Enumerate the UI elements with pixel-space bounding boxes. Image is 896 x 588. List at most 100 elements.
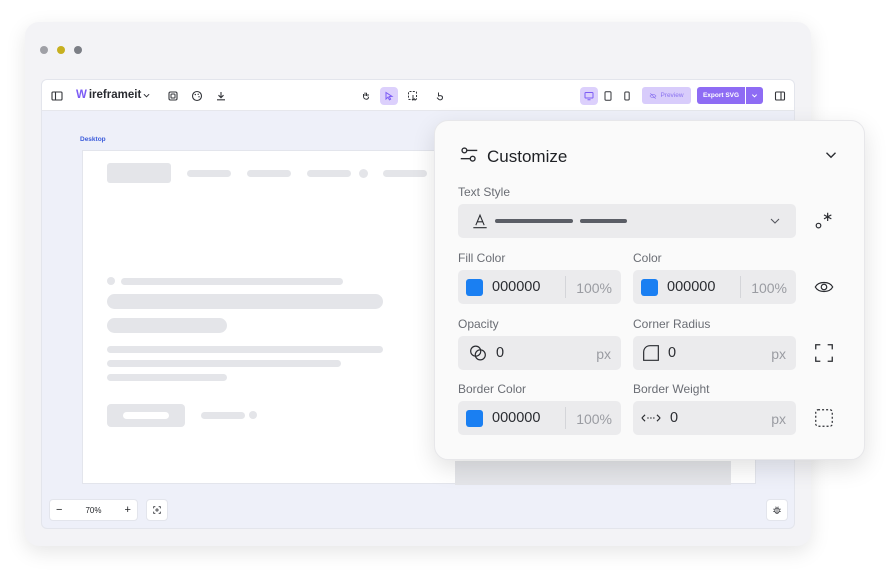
field-divider [565, 407, 566, 429]
opacity-field[interactable]: 0 px [458, 336, 621, 370]
skeleton-nav-item [187, 170, 231, 177]
zoom-in-button[interactable]: + [125, 504, 131, 516]
corner-radius-icon [639, 341, 663, 365]
expand-corners-icon[interactable] [812, 341, 836, 365]
skeleton-nav-item [247, 170, 291, 177]
field-divider [740, 276, 741, 298]
color-opacity[interactable]: 100% [751, 280, 787, 296]
chevron-down-icon [763, 209, 787, 233]
corner-radius-unit: px [771, 346, 786, 362]
color-swatch[interactable] [641, 279, 658, 296]
frame-select-icon[interactable] [404, 87, 422, 105]
skeleton-text-line [107, 360, 341, 367]
bug-report-button[interactable] [766, 499, 788, 521]
eye-off-icon [650, 92, 657, 99]
border-weight-icon [639, 406, 663, 430]
border-weight-unit: px [771, 411, 786, 427]
skeleton-image-block [455, 461, 731, 485]
brand-name: ireframeit [88, 89, 142, 101]
panel-title: Customize [487, 147, 568, 166]
skeleton-eyebrow [121, 278, 343, 285]
skeleton-heading [107, 318, 227, 333]
frame-label[interactable]: Desktop [80, 136, 106, 143]
sliders-icon [457, 143, 481, 167]
collapse-panel-icon[interactable] [819, 143, 843, 167]
font-preview-bar [495, 219, 573, 223]
chevron-down-icon [143, 93, 150, 98]
skeleton-button-label [123, 412, 169, 419]
mobile-view-icon[interactable] [618, 87, 636, 105]
top-toolbar: Wireframeit Preview Export SVG [42, 80, 794, 111]
corner-radius-label: Corner Radius [633, 317, 711, 331]
skeleton-heading [107, 294, 383, 309]
border-color-hex[interactable]: 000000 [492, 410, 540, 426]
brand-logo-mark: W [76, 89, 87, 101]
eye-icon[interactable] [812, 275, 836, 299]
customize-panel: Customize Text Style Fill Color 000000 1… [434, 120, 865, 460]
opacity-icon [466, 341, 490, 365]
bug-icon [773, 506, 781, 514]
field-divider [565, 276, 566, 298]
hand-tool-icon[interactable] [357, 87, 375, 105]
pointer-icon[interactable] [431, 87, 449, 105]
border-style-icon[interactable] [812, 406, 836, 430]
border-color-field[interactable]: 000000 100% [458, 401, 621, 435]
fill-color-opacity[interactable]: 100% [576, 280, 612, 296]
corner-radius-value[interactable]: 0 [668, 345, 676, 361]
export-options-button[interactable] [746, 87, 763, 104]
corner-radius-field[interactable]: 0 px [633, 336, 796, 370]
zoom-control: − 70% + [49, 499, 138, 521]
text-effects-icon[interactable] [812, 209, 836, 233]
export-svg-button[interactable]: Export SVG [697, 87, 745, 104]
skeleton-link-dot [249, 411, 257, 419]
skeleton-link [201, 412, 245, 419]
border-color-label: Border Color [458, 382, 527, 396]
fit-screen-button[interactable] [146, 499, 168, 521]
window-dot-maximize[interactable] [74, 46, 82, 54]
focus-icon [153, 506, 161, 514]
zoom-level: 70% [85, 505, 102, 515]
color-field[interactable]: 000000 100% [633, 270, 796, 304]
text-style-icon [468, 209, 492, 233]
skeleton-text-line [107, 346, 383, 353]
skeleton-nav-dot [359, 169, 368, 178]
window-dot-close[interactable] [40, 46, 48, 54]
opacity-value[interactable]: 0 [496, 345, 504, 361]
fill-color-label: Fill Color [458, 251, 506, 265]
window-dot-minimize[interactable] [57, 46, 65, 54]
sidebar-toggle-icon[interactable] [48, 87, 66, 105]
chevron-down-icon [751, 94, 758, 98]
tablet-view-icon[interactable] [599, 87, 617, 105]
download-icon[interactable] [212, 87, 230, 105]
fill-color-swatch[interactable] [466, 279, 483, 296]
images-icon[interactable] [164, 87, 182, 105]
skeleton-nav-item [307, 170, 351, 177]
skeleton-text-line [107, 374, 227, 381]
border-weight-label: Border Weight [633, 382, 710, 396]
border-color-swatch[interactable] [466, 410, 483, 427]
skeleton-bullet [107, 277, 115, 285]
desktop-view-icon[interactable] [580, 87, 598, 105]
brand-logo[interactable]: Wireframeit [76, 89, 150, 101]
color-label: Color [633, 251, 662, 265]
border-weight-value[interactable]: 0 [670, 410, 678, 426]
fill-color-field[interactable]: 000000 100% [458, 270, 621, 304]
border-weight-field[interactable]: 0 px [633, 401, 796, 435]
opacity-unit: px [596, 346, 611, 362]
select-tool-icon[interactable] [380, 87, 398, 105]
size-preview-bar [580, 219, 627, 223]
text-style-label: Text Style [458, 185, 511, 199]
zoom-out-button[interactable]: − [56, 504, 62, 516]
preview-label: Preview [660, 92, 684, 99]
fill-color-hex[interactable]: 000000 [492, 279, 540, 295]
panel-toggle-icon[interactable] [771, 87, 789, 105]
color-hex[interactable]: 000000 [667, 279, 715, 295]
palette-icon[interactable] [188, 87, 206, 105]
text-style-select[interactable] [458, 204, 796, 238]
border-color-opacity[interactable]: 100% [576, 411, 612, 427]
skeleton-nav-item [383, 170, 427, 177]
window-controls [40, 46, 82, 54]
opacity-label: Opacity [458, 317, 499, 331]
preview-button[interactable]: Preview [642, 87, 691, 104]
skeleton-logo [107, 163, 171, 183]
